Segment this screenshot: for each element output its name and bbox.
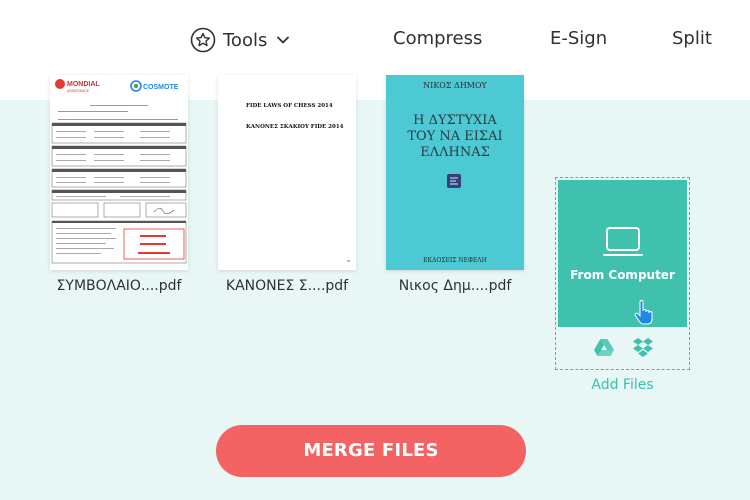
laptop-icon <box>603 227 643 256</box>
tools-label: Tools <box>223 29 268 51</box>
star-icon <box>190 27 216 53</box>
book-title: Η ΔΥΣΤΥΧΙΑ ΤΟΥ ΝΑ ΕΙΣΑΙ ΕΛΛΗΝΑΣ <box>386 113 524 161</box>
book-author: ΝΙΚΟΣ ΔΗΜΟΥ <box>423 81 487 90</box>
nav-esign-link[interactable]: E-Sign <box>550 28 607 49</box>
merge-files-button[interactable]: MERGE FILES <box>216 425 526 477</box>
tools-menu[interactable]: Tools <box>190 27 290 53</box>
add-files-link[interactable]: Add Files <box>555 377 690 393</box>
file-name: ΚΑΝΟΝΕΣ Σ....pdf <box>225 278 349 294</box>
chevron-down-icon <box>277 36 290 44</box>
file-thumbnail[interactable]: FIDE LAWS OF CHESS 2014 ΚΑΝΟΝΕΣ ΣΚΑΚΙΟΥ … <box>218 75 356 270</box>
book-title-line: Η ΔΥΣΤΥΧΙΑ <box>413 113 497 128</box>
page-number <box>347 260 350 262</box>
nav-split-link[interactable]: Split <box>672 28 712 49</box>
book-emblem-icon <box>447 174 461 188</box>
from-computer-label: From Computer <box>570 268 675 282</box>
file-name: Νικος Δημ....pdf <box>398 278 512 294</box>
mondial-logo-subtext: ASSISTANCE <box>67 89 90 93</box>
mondial-logo-text: MONDIAL <box>67 81 100 88</box>
document-heading: FIDE LAWS OF CHESS 2014 <box>246 103 333 109</box>
add-files-card: From Computer <box>555 177 690 370</box>
hand-pointer-icon <box>634 300 653 325</box>
google-drive-icon[interactable] <box>593 338 615 358</box>
book-title-line: ΤΟΥ ΝΑ ΕΙΣΑΙ <box>407 129 503 144</box>
file-thumbnail[interactable]: MONDIAL ASSISTANCE COSMOTE <box>50 75 188 270</box>
from-computer-button[interactable]: From Computer <box>558 180 687 327</box>
file-thumbnail[interactable]: ΝΙΚΟΣ ΔΗΜΟΥ Η ΔΥΣΤΥΧΙΑ ΤΟΥ ΝΑ ΕΙΣΑΙ ΕΛΛΗ… <box>386 75 524 270</box>
cloud-sources <box>556 328 689 369</box>
dropbox-icon[interactable] <box>632 337 654 359</box>
document-subheading: ΚΑΝΟΝΕΣ ΣΚΑΚΙΟΥ FIDE 2014 <box>246 124 344 130</box>
contract-document-preview: MONDIAL ASSISTANCE COSMOTE <box>51 79 187 264</box>
book-publisher: ΕΚΔΟΣΕΙΣ ΝΕΦΕΛΗ <box>423 257 487 264</box>
file-name: ΣΥΜΒΟΛΑΙΟ....pdf <box>56 278 182 294</box>
book-title-line: ΕΛΛΗΝΑΣ <box>420 145 490 160</box>
cosmote-logo-text: COSMOTE <box>143 84 179 91</box>
nav-compress-link[interactable]: Compress <box>393 28 482 49</box>
